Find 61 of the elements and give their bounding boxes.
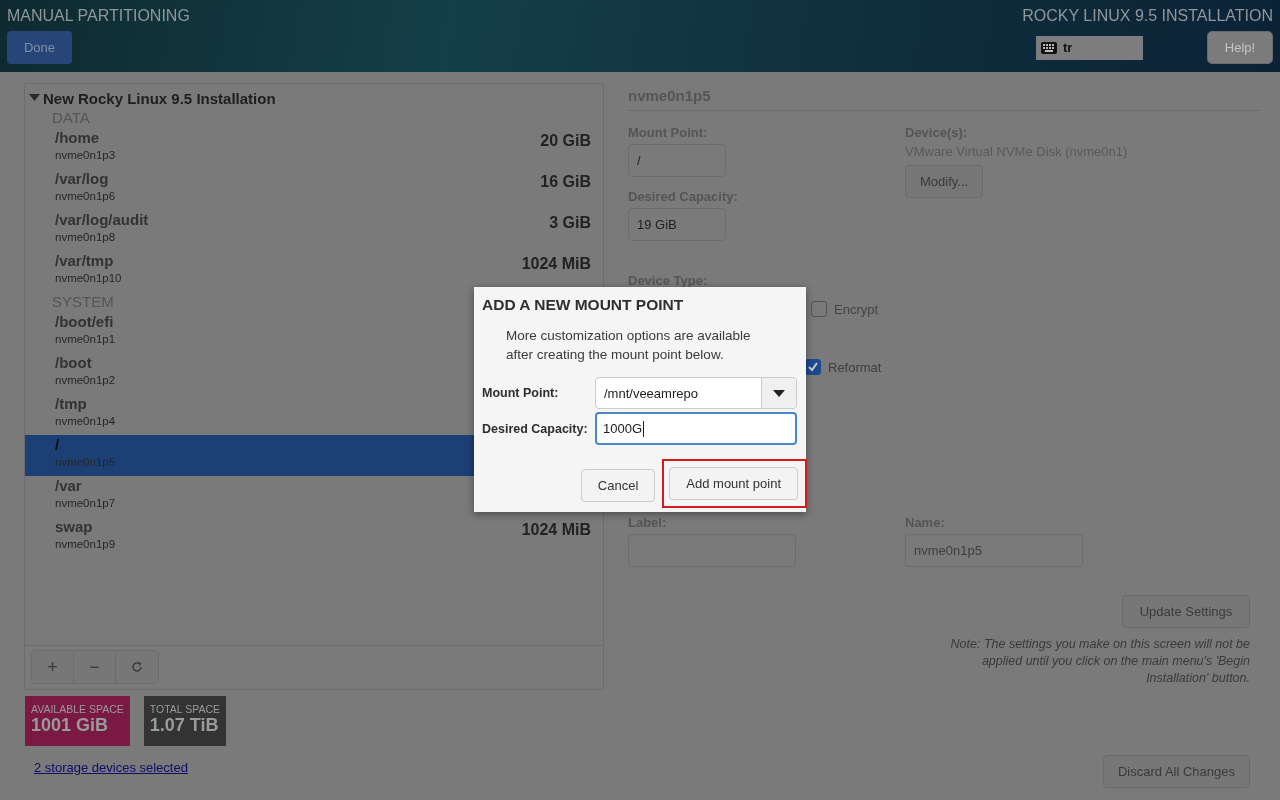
mount-point-text: /boot/efi <box>55 312 115 332</box>
partition-row[interactable]: /home nvme0n1p3 20 GiB <box>25 128 603 169</box>
dropdown-caret-icon <box>773 389 785 397</box>
device-text: nvme0n1p9 <box>55 537 116 552</box>
mount-point-text: /boot <box>55 353 93 373</box>
device-text: nvme0n1p6 <box>55 189 116 204</box>
done-button[interactable]: Done <box>7 31 72 64</box>
update-settings-button[interactable]: Update Settings <box>1122 595 1250 628</box>
size-text: 1024 MiB <box>521 254 591 273</box>
partition-row[interactable]: /var/log nvme0n1p6 16 GiB <box>25 169 603 210</box>
mount-point-text: swap <box>55 517 94 537</box>
device-text: nvme0n1p4 <box>55 414 116 429</box>
note-text: Note: The settings you make on this screen will not be applied until you click on the main menu's 'Begin Installation' button. <box>949 636 1250 687</box>
add-mount-point-button[interactable]: Add mount point <box>669 467 798 500</box>
installation-tree-header[interactable]: New Rocky Linux 9.5 Installation <box>25 84 603 108</box>
keyboard-icon <box>1041 41 1057 54</box>
partition-row[interactable]: /var/log/audit nvme0n1p8 3 GiB <box>25 210 603 251</box>
partition-row[interactable]: /var/tmp nvme0n1p10 1024 MiB <box>25 251 603 292</box>
dialog-message: More customization options are available after creating the mount point below. <box>506 327 752 364</box>
mount-point-text: /var <box>55 476 83 496</box>
mount-point-text: / <box>55 435 61 455</box>
mount-point-text: /var/log/audit <box>55 210 149 230</box>
size-text: 3 GiB <box>549 213 591 232</box>
device-text: nvme0n1p3 <box>55 148 116 163</box>
device-text: nvme0n1p10 <box>55 271 122 286</box>
mount-point-text: /var/tmp <box>55 251 115 271</box>
checkbox-label: Reformat <box>828 359 882 375</box>
discard-changes-button[interactable]: Discard All Changes <box>1102 755 1250 788</box>
mount-point-text: /tmp <box>55 394 88 414</box>
device-text: nvme0n1p7 <box>55 496 116 511</box>
size-text: 20 GiB <box>540 131 591 150</box>
mount-point-combo[interactable]: /mnt/veeamrepo <box>595 377 797 409</box>
encrypt-checkbox[interactable] <box>811 301 827 317</box>
device-text: nvme0n1p2 <box>55 373 116 388</box>
device-text: nvme0n1p8 <box>55 230 117 245</box>
storage-devices-link[interactable]: 2 storage devices selected <box>34 760 188 775</box>
field-label: Desired Capacity: <box>482 421 589 436</box>
name-field[interactable]: nvme0n1p5 <box>905 534 1083 567</box>
device-text: nvme0n1p1 <box>55 332 116 347</box>
space-summary-box: TOTAL SPACE 1.07 TiB <box>143 696 226 746</box>
mount-point-field[interactable]: / <box>628 144 726 177</box>
size-text: 16 GiB <box>540 172 591 191</box>
product-title: ROCKY LINUX 9.5 INSTALLATION <box>1022 7 1273 25</box>
page-title: MANUAL PARTITIONING <box>7 7 190 25</box>
dialog-title: ADD A NEW MOUNT POINT <box>482 296 685 314</box>
mount-point-text: /var/log <box>55 169 110 189</box>
expanded-triangle-icon <box>29 94 40 102</box>
device-text: nvme0n1p5 <box>55 455 116 470</box>
capacity-field[interactable]: 19 GiB <box>628 208 726 241</box>
field-label: Mount Point: <box>482 386 560 400</box>
refresh-icon <box>131 661 143 673</box>
keyboard-layout-field[interactable]: tr <box>1036 35 1143 60</box>
cancel-button[interactable]: Cancel <box>580 469 656 502</box>
size-text: 1024 MiB <box>521 520 591 539</box>
space-summary-box: AVAILABLE SPACE 1001 GiB <box>25 696 130 746</box>
mount-point-text: /home <box>55 128 101 148</box>
partition-row[interactable]: swap nvme0n1p9 1024 MiB <box>25 517 603 558</box>
modify-button[interactable]: Modify... <box>905 165 984 198</box>
capacity-input-field[interactable]: 1000G <box>595 412 797 445</box>
help-button[interactable]: Help! <box>1207 31 1273 64</box>
add-button[interactable]: + <box>32 651 74 683</box>
